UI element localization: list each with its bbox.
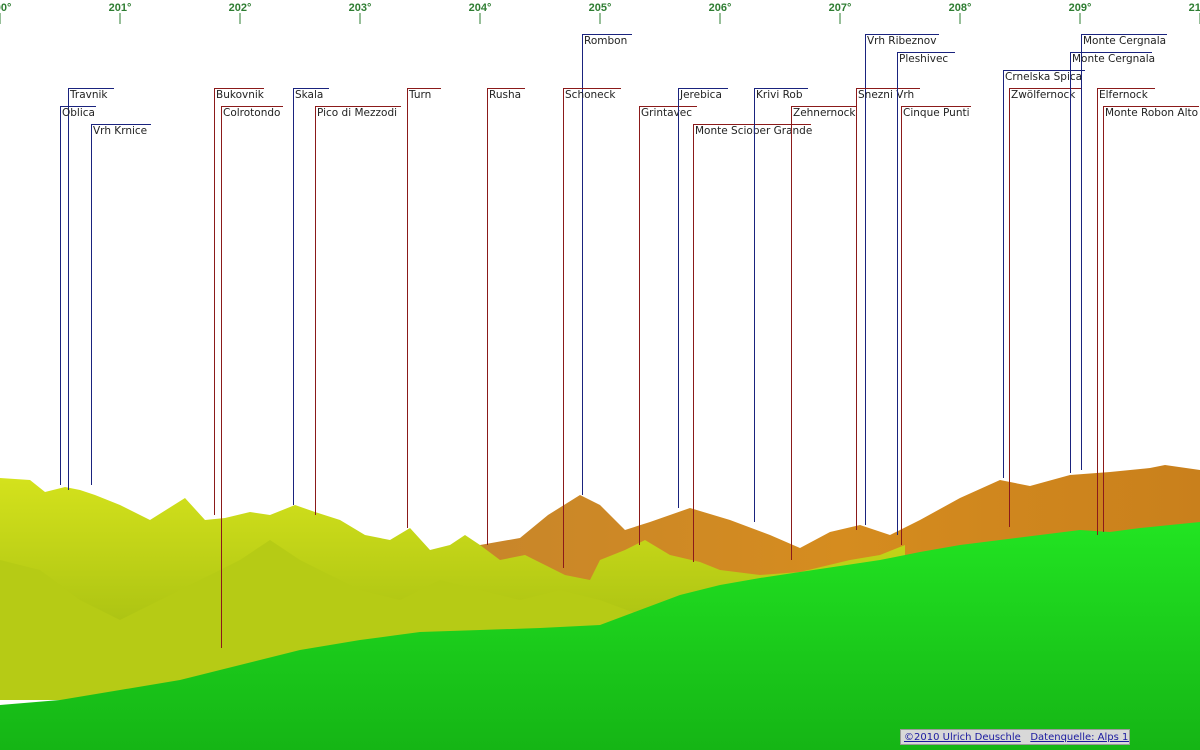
peak-marker[interactable]: Grintavec [639, 106, 697, 545]
peak-name-label: Monte Robon Alto [1105, 107, 1198, 119]
peak-name-label: Jerebica [679, 89, 722, 101]
degree-tick-label: 203° [349, 2, 372, 14]
peak-name-label: Colrotondo [223, 107, 280, 119]
degree-tick-label: 208° [949, 2, 972, 14]
credit-bar: ©2010 Ulrich Deuschle Datenquelle: Alps … [900, 729, 1130, 745]
peak-name-label: Pico di Mezzodi [317, 107, 397, 119]
peak-name-label: Cinque Punti [903, 107, 970, 119]
degree-tick-label: 202° [229, 2, 252, 14]
peak-marker[interactable]: Krivi Rob [754, 88, 808, 522]
peak-name-label: Oblica [62, 107, 95, 119]
peak-name-label: Zehnernock [793, 107, 856, 119]
peak-marker[interactable]: Monte Sciober Grande [693, 124, 812, 562]
peak-marker[interactable]: Oblica [60, 106, 96, 485]
peak-name-label: Elfernock [1099, 89, 1149, 101]
peak-name-label: Vrh Krnice [93, 125, 147, 137]
peak-name-label: Vrh Ribeznov [867, 35, 936, 47]
peak-name-label: Schoneck [565, 89, 616, 101]
peak-name-label: Monte Cergnala [1083, 35, 1166, 47]
peak-marker[interactable]: Cinque Punti [901, 106, 971, 545]
peak-marker[interactable]: Rombon [582, 34, 632, 495]
peak-marker[interactable]: Turn [407, 88, 441, 528]
peak-name-label: Turn [408, 89, 431, 101]
peak-name-label: Monte Sciober Grande [695, 125, 812, 137]
peak-marker[interactable]: Crnelska Spica [1003, 70, 1085, 478]
peak-marker[interactable]: Schoneck [563, 88, 621, 568]
credit-source-link[interactable]: Datenquelle: Alps 1" [1030, 732, 1129, 743]
peak-marker[interactable]: Jerebica [678, 88, 728, 508]
peak-name-label: Bukovnik [216, 89, 265, 101]
peak-marker[interactable]: Pleshivec [897, 52, 955, 535]
peak-marker[interactable]: Skala [293, 88, 329, 505]
degree-tick-label: 200° [0, 2, 11, 14]
degree-tick-label: 201° [109, 2, 132, 14]
peak-name-label: Grintavec [641, 107, 692, 119]
degree-axis: 200° 201° 202° 203° 204° 205° 206° 207° 208° 209°… [0, 2, 1200, 24]
degree-tick-label: 204° [469, 2, 492, 14]
peak-marker[interactable]: Vrh Krnice [91, 124, 151, 485]
peak-marker[interactable]: Pico di Mezzodi [315, 106, 401, 515]
degree-tick-label: 205° [589, 2, 612, 14]
peak-name-label: Zwölfernock [1011, 89, 1076, 101]
peak-name-label: Monte Cergnala [1072, 53, 1155, 65]
terrain [0, 465, 1200, 750]
peak-name-label: Travnik [69, 89, 108, 101]
peak-name-label: Rombon [584, 35, 627, 47]
degree-tick-label: 207° [829, 2, 852, 14]
peak-marker[interactable]: Rusha [487, 88, 525, 545]
peak-name-label: Pleshivec [899, 53, 948, 65]
peak-name-label: Krivi Rob [756, 89, 803, 101]
peak-name-label: Skala [295, 89, 323, 101]
panorama-view: 200° 201° 202° 203° 204° 205° 206° 207° 208° 209°… [0, 2, 1200, 750]
credit-author-link[interactable]: ©2010 Ulrich Deuschle [904, 732, 1021, 743]
degree-tick-label: 206° [709, 2, 732, 14]
peak-name-label: Snezni Vrh [858, 89, 914, 101]
peak-name-label: Rusha [489, 89, 521, 101]
degree-tick-label: 209° [1069, 2, 1092, 14]
peak-marker[interactable]: Elfernock [1097, 88, 1155, 535]
degree-tick-label: 210° [1189, 2, 1200, 14]
peak-marker[interactable]: Zehnernock [791, 106, 857, 560]
